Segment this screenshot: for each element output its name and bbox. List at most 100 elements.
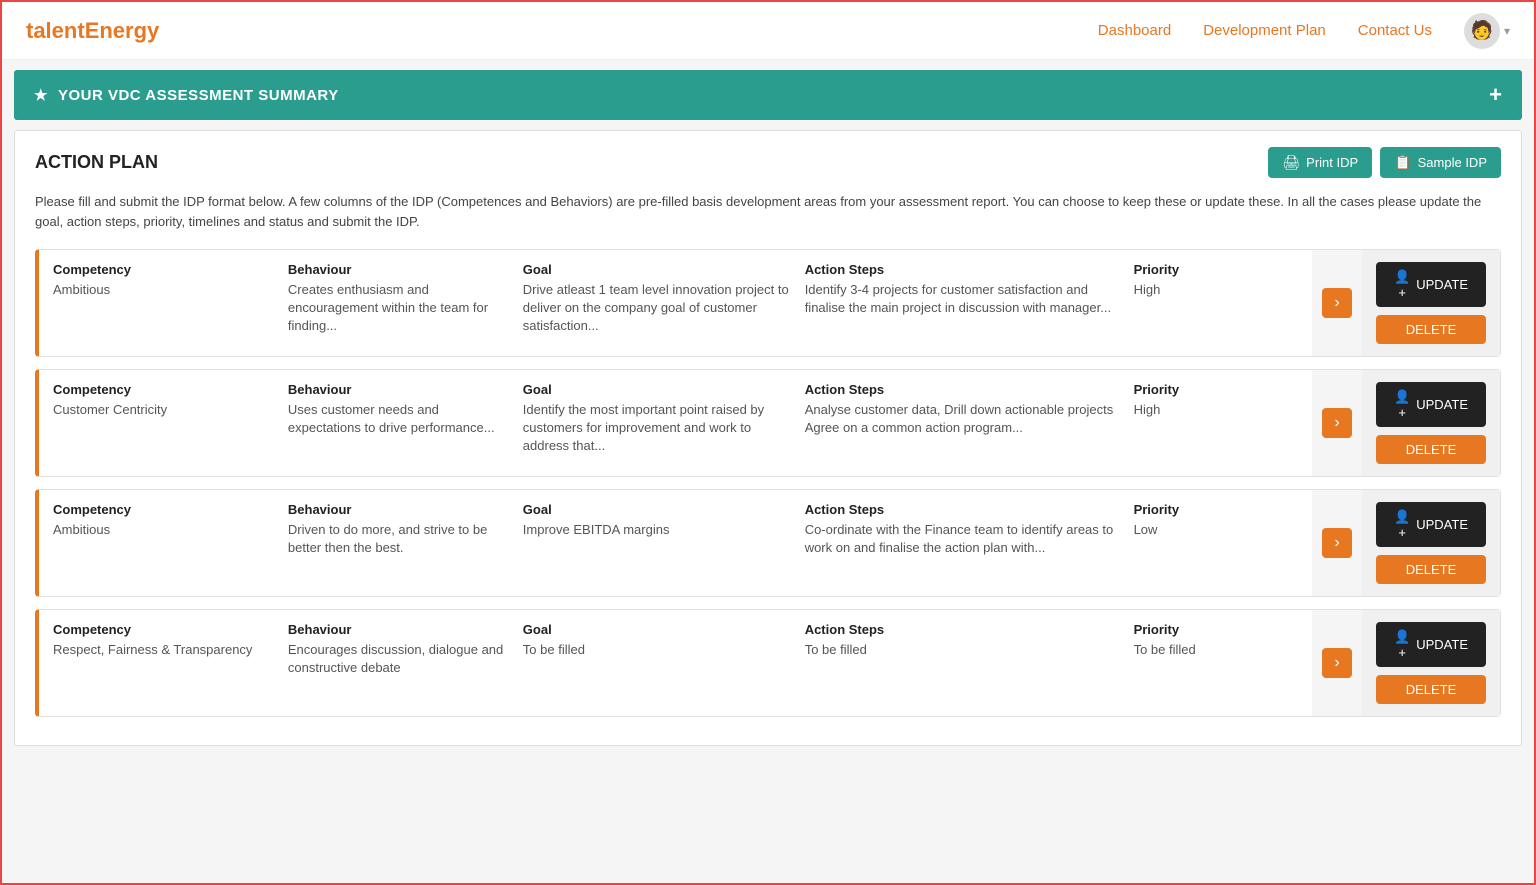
priority-cell: Priority Low (1134, 502, 1298, 584)
avatar: 🧑 (1464, 13, 1500, 49)
expand-arrow[interactable]: › (1312, 250, 1362, 356)
expand-arrow[interactable]: › (1312, 370, 1362, 476)
goal-cell: Goal To be filled (523, 622, 805, 704)
idp-content: Competency Ambitious Behaviour Driven to… (39, 490, 1312, 596)
priority-label: Priority (1134, 502, 1290, 517)
behaviour-label: Behaviour (288, 382, 515, 397)
action-steps-value: Co-ordinate with the Finance team to ide… (805, 521, 1126, 557)
action-steps-value: Analyse customer data, Drill down action… (805, 401, 1126, 437)
goal-cell: Goal Drive atleast 1 team level innovati… (523, 262, 805, 344)
action-plan-title: ACTION PLAN (35, 152, 158, 173)
update-button[interactable]: 👤+ UPDATE (1376, 622, 1486, 667)
vdc-expand-button[interactable]: + (1489, 82, 1502, 108)
logo: talentEnergy (26, 18, 159, 44)
behaviour-cell: Behaviour Encourages discussion, dialogu… (288, 622, 523, 704)
competency-label: Competency (53, 502, 280, 517)
priority-cell: Priority High (1134, 262, 1298, 344)
behaviour-label: Behaviour (288, 262, 515, 277)
arrow-button[interactable]: › (1322, 288, 1352, 318)
goal-value: To be filled (523, 641, 797, 659)
action-steps-value: Identify 3-4 projects for customer satis… (805, 281, 1126, 317)
priority-value: To be filled (1134, 641, 1290, 659)
expand-arrow[interactable]: › (1312, 610, 1362, 716)
main-content: ACTION PLAN Print IDP Sample IDP Please … (14, 130, 1522, 746)
behaviour-cell: Behaviour Creates enthusiasm and encoura… (288, 262, 523, 344)
delete-button[interactable]: DELETE (1376, 435, 1486, 464)
delete-button[interactable]: DELETE (1376, 555, 1486, 584)
vdc-title-text: YOUR VDC ASSESSMENT SUMMARY (58, 87, 339, 104)
star-icon: ★ (34, 86, 48, 104)
competency-label: Competency (53, 382, 280, 397)
idp-row: Competency Customer Centricity Behaviour… (35, 369, 1501, 477)
update-button[interactable]: 👤+ UPDATE (1376, 262, 1486, 307)
goal-label: Goal (523, 502, 797, 517)
nav-development-plan[interactable]: Development Plan (1203, 22, 1326, 39)
competency-cell: Competency Ambitious (53, 262, 288, 344)
behaviour-cell: Behaviour Uses customer needs and expect… (288, 382, 523, 464)
behaviour-value: Creates enthusiasm and encouragement wit… (288, 281, 515, 336)
delete-button[interactable]: DELETE (1376, 315, 1486, 344)
behaviour-value: Encourages discussion, dialogue and cons… (288, 641, 515, 677)
behaviour-value: Driven to do more, and strive to be bett… (288, 521, 515, 557)
print-idp-button[interactable]: Print IDP (1268, 147, 1372, 178)
goal-cell: Goal Improve EBITDA margins (523, 502, 805, 584)
action-steps-cell: Action Steps To be filled (805, 622, 1134, 704)
competency-value: Ambitious (53, 521, 280, 539)
priority-cell: Priority High (1134, 382, 1298, 464)
priority-label: Priority (1134, 262, 1290, 277)
header: talentEnergy Dashboard Development Plan … (2, 2, 1534, 60)
goal-label: Goal (523, 382, 797, 397)
behaviour-value: Uses customer needs and expectations to … (288, 401, 515, 437)
action-steps-label: Action Steps (805, 622, 1126, 637)
competency-cell: Competency Respect, Fairness & Transpare… (53, 622, 288, 704)
user-plus-icon: 👤+ (1394, 629, 1410, 660)
competency-cell: Competency Customer Centricity (53, 382, 288, 464)
sample-icon (1394, 154, 1411, 171)
user-plus-icon: 👤+ (1394, 389, 1410, 420)
competency-cell: Competency Ambitious (53, 502, 288, 584)
priority-cell: Priority To be filled (1134, 622, 1298, 704)
action-steps-value: To be filled (805, 641, 1126, 659)
action-steps-label: Action Steps (805, 262, 1126, 277)
action-steps-label: Action Steps (805, 502, 1126, 517)
idp-row: Competency Ambitious Behaviour Driven to… (35, 489, 1501, 597)
idp-row: Competency Respect, Fairness & Transpare… (35, 609, 1501, 717)
priority-label: Priority (1134, 622, 1290, 637)
arrow-button[interactable]: › (1322, 528, 1352, 558)
delete-button[interactable]: DELETE (1376, 675, 1486, 704)
navigation: Dashboard Development Plan Contact Us 🧑 … (1098, 13, 1510, 49)
priority-value: High (1134, 281, 1290, 299)
competency-value: Respect, Fairness & Transparency (53, 641, 280, 659)
priority-value: Low (1134, 521, 1290, 539)
user-plus-icon: 👤+ (1394, 509, 1410, 540)
action-steps-label: Action Steps (805, 382, 1126, 397)
user-plus-icon: 👤+ (1394, 269, 1410, 300)
sample-idp-label: Sample IDP (1418, 155, 1487, 170)
description: Please fill and submit the IDP format be… (35, 192, 1501, 231)
idp-content: Competency Ambitious Behaviour Creates e… (39, 250, 1312, 356)
competency-label: Competency (53, 262, 280, 277)
priority-label: Priority (1134, 382, 1290, 397)
print-idp-label: Print IDP (1306, 155, 1358, 170)
nav-dashboard[interactable]: Dashboard (1098, 22, 1171, 39)
goal-value: Drive atleast 1 team level innovation pr… (523, 281, 797, 336)
user-dropdown[interactable]: 🧑 ▾ (1464, 13, 1510, 49)
competency-value: Customer Centricity (53, 401, 280, 419)
expand-arrow[interactable]: › (1312, 490, 1362, 596)
behaviour-cell: Behaviour Driven to do more, and strive … (288, 502, 523, 584)
action-plan-buttons: Print IDP Sample IDP (1268, 147, 1501, 178)
chevron-down-icon: ▾ (1504, 24, 1510, 38)
update-button[interactable]: 👤+ UPDATE (1376, 382, 1486, 427)
sample-idp-button[interactable]: Sample IDP (1380, 147, 1501, 178)
idp-actions: 👤+ UPDATE DELETE (1362, 490, 1500, 596)
priority-value: High (1134, 401, 1290, 419)
idp-rows-container: Competency Ambitious Behaviour Creates e… (35, 249, 1501, 717)
update-button[interactable]: 👤+ UPDATE (1376, 502, 1486, 547)
logo-static: talent (26, 18, 85, 43)
arrow-button[interactable]: › (1322, 648, 1352, 678)
idp-actions: 👤+ UPDATE DELETE (1362, 250, 1500, 356)
goal-cell: Goal Identify the most important point r… (523, 382, 805, 464)
arrow-button[interactable]: › (1322, 408, 1352, 438)
action-steps-cell: Action Steps Analyse customer data, Dril… (805, 382, 1134, 464)
nav-contact-us[interactable]: Contact Us (1358, 22, 1432, 39)
